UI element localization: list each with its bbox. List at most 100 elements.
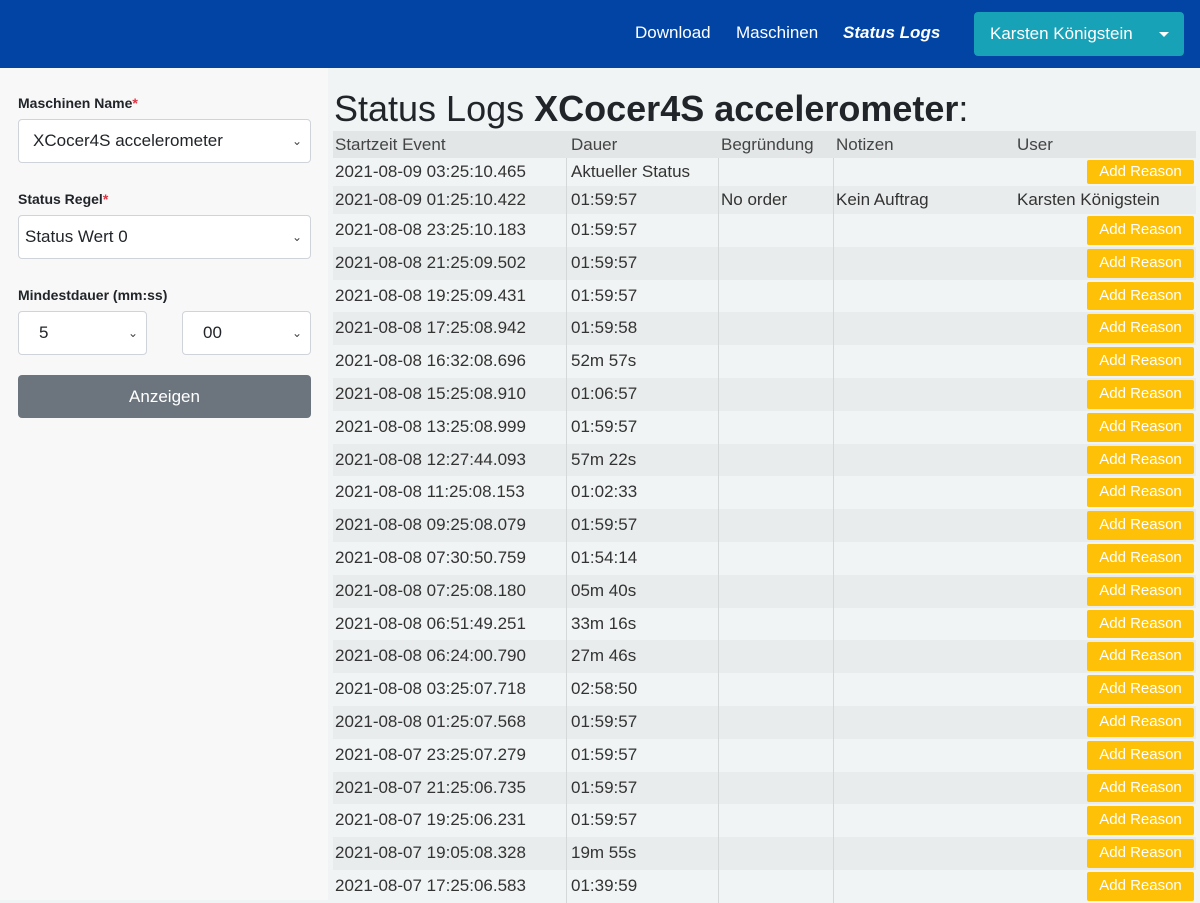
column-divider <box>718 476 719 510</box>
cell-start: 2021-08-08 17:25:08.942 <box>335 318 526 338</box>
column-divider <box>566 607 567 641</box>
cell-start: 2021-08-08 01:25:07.568 <box>335 712 526 731</box>
add-reason-button[interactable]: Add Reason <box>1087 347 1194 376</box>
table-row: 2021-08-08 23:25:10.183 01:59:57 Add Reaso… <box>333 214 1196 247</box>
add-reason-button[interactable]: Add Reason <box>1087 576 1194 606</box>
cell-start: 2021-08-08 13:25:08.999 <box>335 416 526 436</box>
column-divider <box>566 410 567 444</box>
column-divider <box>833 214 834 247</box>
add-reason-button[interactable]: Add Reason <box>1087 773 1194 803</box>
add-reason-button[interactable]: Add Reason <box>1087 412 1194 442</box>
add-reason-button[interactable]: Add Reason <box>1087 478 1194 508</box>
add-reason-button[interactable]: Add Reason <box>1087 839 1194 868</box>
column-divider <box>718 345 719 378</box>
column-divider <box>718 214 719 247</box>
column-divider <box>718 607 719 641</box>
cell-duration: 02:58:50 <box>571 679 638 699</box>
column-divider <box>718 771 719 805</box>
column-divider <box>833 640 834 674</box>
column-divider <box>833 574 834 608</box>
column-divider <box>718 837 719 870</box>
nav-download-link[interactable]: Download <box>635 22 711 44</box>
seconds-value: 00 <box>203 323 222 342</box>
add-reason-button[interactable]: Add Reason <box>1087 281 1194 311</box>
required-marker: * <box>132 95 138 111</box>
cell-duration: 01:59:57 <box>571 777 638 797</box>
cell-duration: 52m 57s <box>571 351 637 371</box>
add-reason-button[interactable]: Add Reason <box>1087 740 1194 770</box>
add-reason-button[interactable]: Add Reason <box>1087 806 1194 836</box>
seconds-select[interactable]: 00 ⌄ <box>182 311 311 355</box>
add-reason-button[interactable]: Add Reason <box>1087 511 1194 540</box>
column-divider <box>566 246 567 280</box>
cell-duration: 05m 40s <box>571 580 637 600</box>
machine-name-label: Maschinen Name* <box>18 95 138 111</box>
column-header-user: User <box>1017 135 1053 154</box>
cell-start: 2021-08-08 23:25:10.183 <box>335 220 526 239</box>
column-divider <box>718 186 719 214</box>
table-row: 2021-08-08 06:51:49.251 33m 16s Add Reason <box>333 607 1196 641</box>
machine-name-select[interactable]: XCocer4S accelerometer ⌄ <box>18 119 311 163</box>
table-row: 2021-08-08 21:25:09.502 01:59:57 Add Reaso… <box>333 246 1196 280</box>
add-reason-button[interactable]: Add Reason <box>1087 445 1194 475</box>
table-row: 2021-08-07 19:05:08.328 19m 55s Add Reason <box>333 837 1196 870</box>
cell-duration: 01:59:57 <box>571 744 638 764</box>
cell-duration: 01:59:57 <box>571 712 638 731</box>
cell-duration: Aktueller Status <box>571 162 691 181</box>
column-divider <box>718 279 719 313</box>
page-title: Status Logs XCocer4S accelerometer: <box>334 88 969 129</box>
column-divider <box>566 542 567 575</box>
column-divider <box>566 870 567 903</box>
add-reason-button[interactable]: Add Reason <box>1087 314 1194 344</box>
table-row: 2021-08-09 03:25:10.465 Aktueller Status A… <box>333 158 1196 186</box>
column-divider <box>833 542 834 575</box>
cell-start: 2021-08-08 07:25:08.180 <box>335 580 526 600</box>
table-row: 2021-08-08 11:25:08.153 01:02:33 Add Reaso… <box>333 476 1196 510</box>
column-divider <box>718 312 719 346</box>
user-name: Karsten Königstein <box>990 24 1133 43</box>
column-divider <box>718 673 719 706</box>
user-menu-button[interactable]: Karsten Königstein <box>974 12 1184 56</box>
cell-duration: 01:59:57 <box>571 220 638 239</box>
nav-status-logs-link[interactable]: Status Logs <box>843 22 940 44</box>
column-divider <box>566 673 567 706</box>
add-reason-button[interactable]: Add Reason <box>1087 675 1194 704</box>
column-divider <box>566 738 567 772</box>
column-divider <box>566 640 567 674</box>
table-row: 2021-08-08 17:25:08.942 01:59:58 Add Reaso… <box>333 312 1196 346</box>
cell-duration: 01:59:57 <box>571 190 638 209</box>
show-button[interactable]: Anzeigen <box>18 375 311 418</box>
status-rule-select[interactable]: Status Wert 0 ⌄ <box>18 215 311 259</box>
column-divider <box>833 158 834 186</box>
minutes-select[interactable]: 5 ⌄ <box>18 311 147 355</box>
column-divider <box>833 476 834 510</box>
add-reason-button[interactable]: Add Reason <box>1087 708 1194 737</box>
column-divider <box>566 509 567 542</box>
cell-duration: 01:39:59 <box>571 876 638 895</box>
required-marker: * <box>102 191 109 207</box>
add-reason-button[interactable]: Add Reason <box>1087 872 1194 901</box>
table-row: 2021-08-08 13:25:08.999 01:59:57 Add Reaso… <box>333 410 1196 444</box>
chevron-down-icon: ⌄ <box>291 134 302 148</box>
add-reason-button[interactable]: Add Reason <box>1087 380 1194 409</box>
add-reason-button[interactable]: Add Reason <box>1087 216 1194 245</box>
nav-maschinen-link[interactable]: Maschinen <box>736 22 818 44</box>
add-reason-button[interactable]: Add Reason <box>1087 544 1194 573</box>
table-row: 2021-08-08 09:25:08.079 01:59:57 Add Reaso… <box>333 509 1196 542</box>
table-row: 2021-08-08 06:24:00.790 27m 46s Add Reason <box>333 640 1196 674</box>
page-title-machine: XCocer4S accelerometer <box>534 88 959 129</box>
add-reason-button[interactable]: Add Reason <box>1087 642 1194 672</box>
cell-duration: 19m 55s <box>571 843 637 863</box>
cell-start: 2021-08-08 19:25:09.431 <box>335 285 526 305</box>
add-reason-button[interactable]: Add Reason <box>1087 248 1194 278</box>
column-divider <box>833 804 834 838</box>
column-divider <box>718 158 719 186</box>
column-divider <box>833 771 834 805</box>
add-reason-button[interactable]: Add Reason <box>1087 609 1194 639</box>
column-divider <box>833 378 834 411</box>
add-reason-button[interactable]: Add Reason <box>1087 160 1194 184</box>
column-divider <box>566 837 567 870</box>
column-divider <box>566 706 567 739</box>
table-row: 2021-08-08 19:25:09.431 01:59:57 Add Reaso… <box>333 279 1196 313</box>
column-divider <box>833 509 834 542</box>
